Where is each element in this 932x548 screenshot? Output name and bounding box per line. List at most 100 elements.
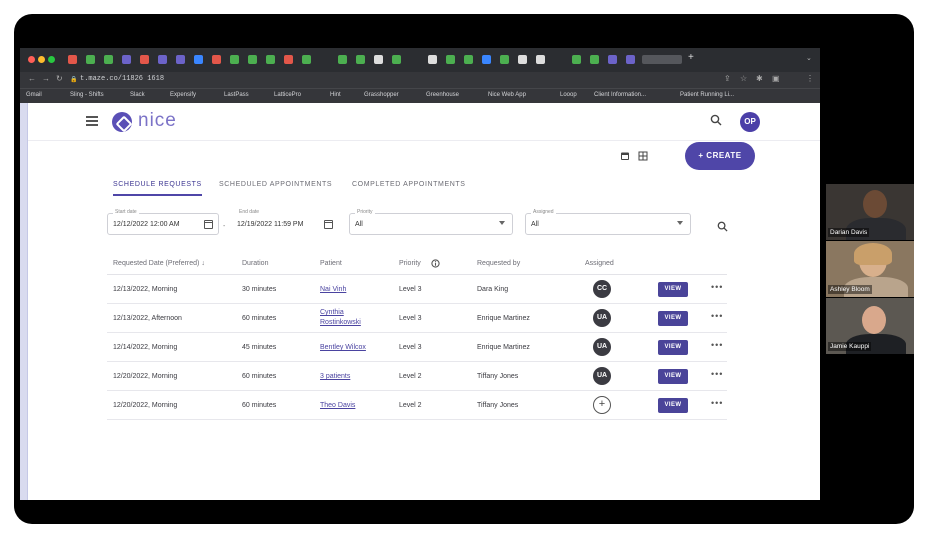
tab-favicon-icon[interactable] [446, 55, 455, 64]
tab-favicon-icon[interactable] [338, 55, 347, 64]
view-button[interactable]: VIEW [658, 340, 688, 355]
add-assignee-icon[interactable]: + [593, 396, 611, 414]
start-date-field[interactable]: Start date 12/12/2022 12:00 AM [107, 209, 219, 235]
bookmark-item[interactable]: Expensify [170, 92, 196, 98]
close-window-icon[interactable] [28, 56, 35, 63]
menu-icon[interactable] [86, 116, 98, 126]
assignee-avatar[interactable]: UA [593, 309, 611, 327]
patient-link[interactable]: Cynthia [320, 309, 344, 316]
bookmark-item[interactable]: Greenhouse [426, 92, 459, 98]
view-button[interactable]: VIEW [658, 369, 688, 384]
more-options-icon[interactable]: ••• [711, 340, 723, 350]
calendar-icon[interactable] [204, 220, 213, 229]
tab-favicon-icon[interactable] [284, 55, 293, 64]
more-options-icon[interactable]: ••• [711, 398, 723, 408]
tab-favicon-icon[interactable] [590, 55, 599, 64]
user-avatar[interactable]: OP [740, 112, 760, 132]
tab-favicon-icon[interactable] [176, 55, 185, 64]
tab-favicon-icon[interactable] [356, 55, 365, 64]
tab-favicon-icon[interactable] [158, 55, 167, 64]
back-icon[interactable]: ← [28, 74, 36, 83]
info-icon[interactable] [431, 259, 440, 268]
col-requested-date[interactable]: Requested Date (Preferred) ↓ [113, 260, 205, 267]
tab-favicon-icon[interactable] [212, 55, 221, 64]
zoom-window-icon[interactable] [48, 56, 55, 63]
tab-completed-appointments[interactable]: COMPLETED APPOINTMENTS [352, 181, 466, 194]
tab-favicon-icon[interactable] [626, 55, 635, 64]
participant-tile: Jamie Kauppi [826, 298, 914, 354]
search-icon[interactable] [710, 114, 722, 126]
bookmark-star-icon[interactable]: ☆ [740, 74, 747, 83]
more-options-icon[interactable]: ••• [711, 311, 723, 321]
assignee-avatar[interactable]: UA [593, 338, 611, 356]
tab-favicon-icon[interactable] [428, 55, 437, 64]
tab-list-icon[interactable]: ⌄ [806, 54, 812, 62]
bookmark-item[interactable]: Client Information... [594, 92, 646, 98]
bookmark-item[interactable]: Patient Running Li... [680, 92, 734, 98]
more-options-icon[interactable]: ••• [711, 369, 723, 379]
active-tab[interactable] [642, 55, 682, 64]
more-options-icon[interactable]: ••• [711, 282, 723, 292]
tab-favicon-icon[interactable] [500, 55, 509, 64]
tab-favicon-icon[interactable] [536, 55, 545, 64]
end-date-field[interactable]: End date 12/19/2022 11:59 PM [231, 209, 339, 235]
menu-dots-icon[interactable]: ⋮ [806, 74, 814, 83]
priority-select[interactable]: Priority All [349, 209, 513, 235]
tab-favicon-icon[interactable] [482, 55, 491, 64]
tab-favicon-icon[interactable] [140, 55, 149, 64]
table-row: 12/20/2022, Morning 60 minutes 3 patient… [107, 362, 727, 391]
sidebar-icon[interactable]: ▣ [772, 74, 780, 83]
bookmark-item[interactable]: Sling - Shifts [70, 92, 104, 98]
tab-favicon-icon[interactable] [86, 55, 95, 64]
tab-favicon-icon[interactable] [68, 55, 77, 64]
patient-link[interactable]: Rostinkowski [320, 319, 361, 326]
share-icon[interactable]: ⇪ [724, 74, 731, 83]
bookmark-item[interactable]: LastPass [224, 92, 249, 98]
tab-favicon-icon[interactable] [608, 55, 617, 64]
patient-link[interactable]: Theo Davis [320, 402, 355, 409]
patient-link[interactable]: Nai Vinh [320, 286, 346, 293]
extension-icon[interactable]: ✱ [756, 74, 763, 83]
view-button[interactable]: VIEW [658, 282, 688, 297]
tab-favicon-icon[interactable] [572, 55, 581, 64]
tab-favicon-icon[interactable] [104, 55, 113, 64]
tab-favicon-icon[interactable] [230, 55, 239, 64]
bookmark-item[interactable]: Gmail [26, 92, 42, 98]
url-field[interactable]: t.maze.co/11826 1618 [80, 75, 164, 83]
new-tab-icon[interactable]: + [688, 52, 694, 63]
assignee-avatar[interactable]: CC [593, 280, 611, 298]
patient-link[interactable]: Bentley Wilcox [320, 344, 366, 351]
bookmark-item[interactable]: Hint [330, 92, 341, 98]
view-button[interactable]: VIEW [658, 398, 688, 413]
create-button[interactable]: + CREATE [685, 142, 755, 170]
calendar-icon[interactable] [324, 220, 333, 229]
tab-favicon-icon[interactable] [392, 55, 401, 64]
bookmark-item[interactable]: Grasshopper [364, 92, 399, 98]
tab-favicon-icon[interactable] [464, 55, 473, 64]
tab-schedule-requests[interactable]: SCHEDULE REQUESTS [113, 181, 202, 196]
filter-search-icon[interactable] [717, 221, 728, 232]
view-button[interactable]: VIEW [658, 311, 688, 326]
tab-favicon-icon[interactable] [194, 55, 203, 64]
grid-view-icon[interactable] [638, 151, 648, 161]
bookmark-item[interactable]: LatticePro [274, 92, 301, 98]
forward-icon[interactable]: → [42, 74, 50, 83]
reload-icon[interactable]: ↻ [56, 74, 63, 83]
assigned-select[interactable]: Assigned All [525, 209, 691, 235]
bookmark-item[interactable]: Looop [560, 92, 577, 98]
tab-favicon-icon[interactable] [518, 55, 527, 64]
tab-scheduled-appointments[interactable]: SCHEDULED APPOINTMENTS [219, 181, 332, 194]
tab-favicon-icon[interactable] [302, 55, 311, 64]
minimize-window-icon[interactable] [38, 56, 45, 63]
calendar-view-icon[interactable] [620, 151, 630, 161]
tab-favicon-icon[interactable] [122, 55, 131, 64]
tab-favicon-icon[interactable] [266, 55, 275, 64]
patient-link[interactable]: 3 patients [320, 373, 350, 380]
tab-favicon-icon[interactable] [374, 55, 383, 64]
participant-tile: Ashley Bloom [826, 241, 914, 297]
tab-favicon-icon[interactable] [248, 55, 257, 64]
bookmark-item[interactable]: Nice Web App [488, 92, 526, 98]
assignee-avatar[interactable]: UA [593, 367, 611, 385]
col-patient: Patient [320, 260, 342, 267]
bookmark-item[interactable]: Slack [130, 92, 145, 98]
